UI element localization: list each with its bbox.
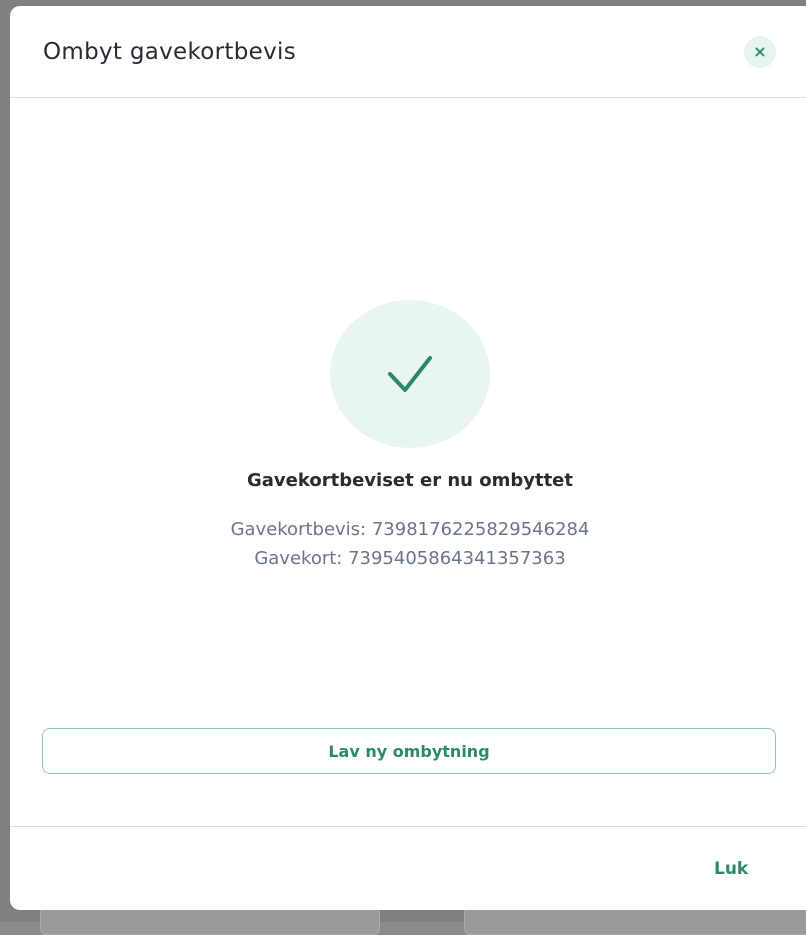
- dialog-footer: Luk: [10, 826, 806, 910]
- checkmark-icon: [388, 356, 432, 392]
- giftcard-number: Gavekort: 7395405864341357363: [254, 548, 566, 569]
- success-message: Gavekortbeviset er nu ombyttet: [247, 470, 573, 491]
- dialog-header: Ombyt gavekortbevis ×: [10, 6, 806, 98]
- success-badge: [330, 300, 490, 448]
- close-button[interactable]: Luk: [714, 859, 748, 879]
- dialog-title: Ombyt gavekortbevis: [43, 39, 296, 65]
- new-exchange-button[interactable]: Lav ny ombytning: [42, 728, 776, 774]
- exchange-voucher-dialog: Ombyt gavekortbevis × Gavekortbeviset er…: [10, 6, 806, 910]
- voucher-number: Gavekortbevis: 7398176225829546284: [230, 519, 590, 540]
- close-icon[interactable]: ×: [744, 36, 776, 68]
